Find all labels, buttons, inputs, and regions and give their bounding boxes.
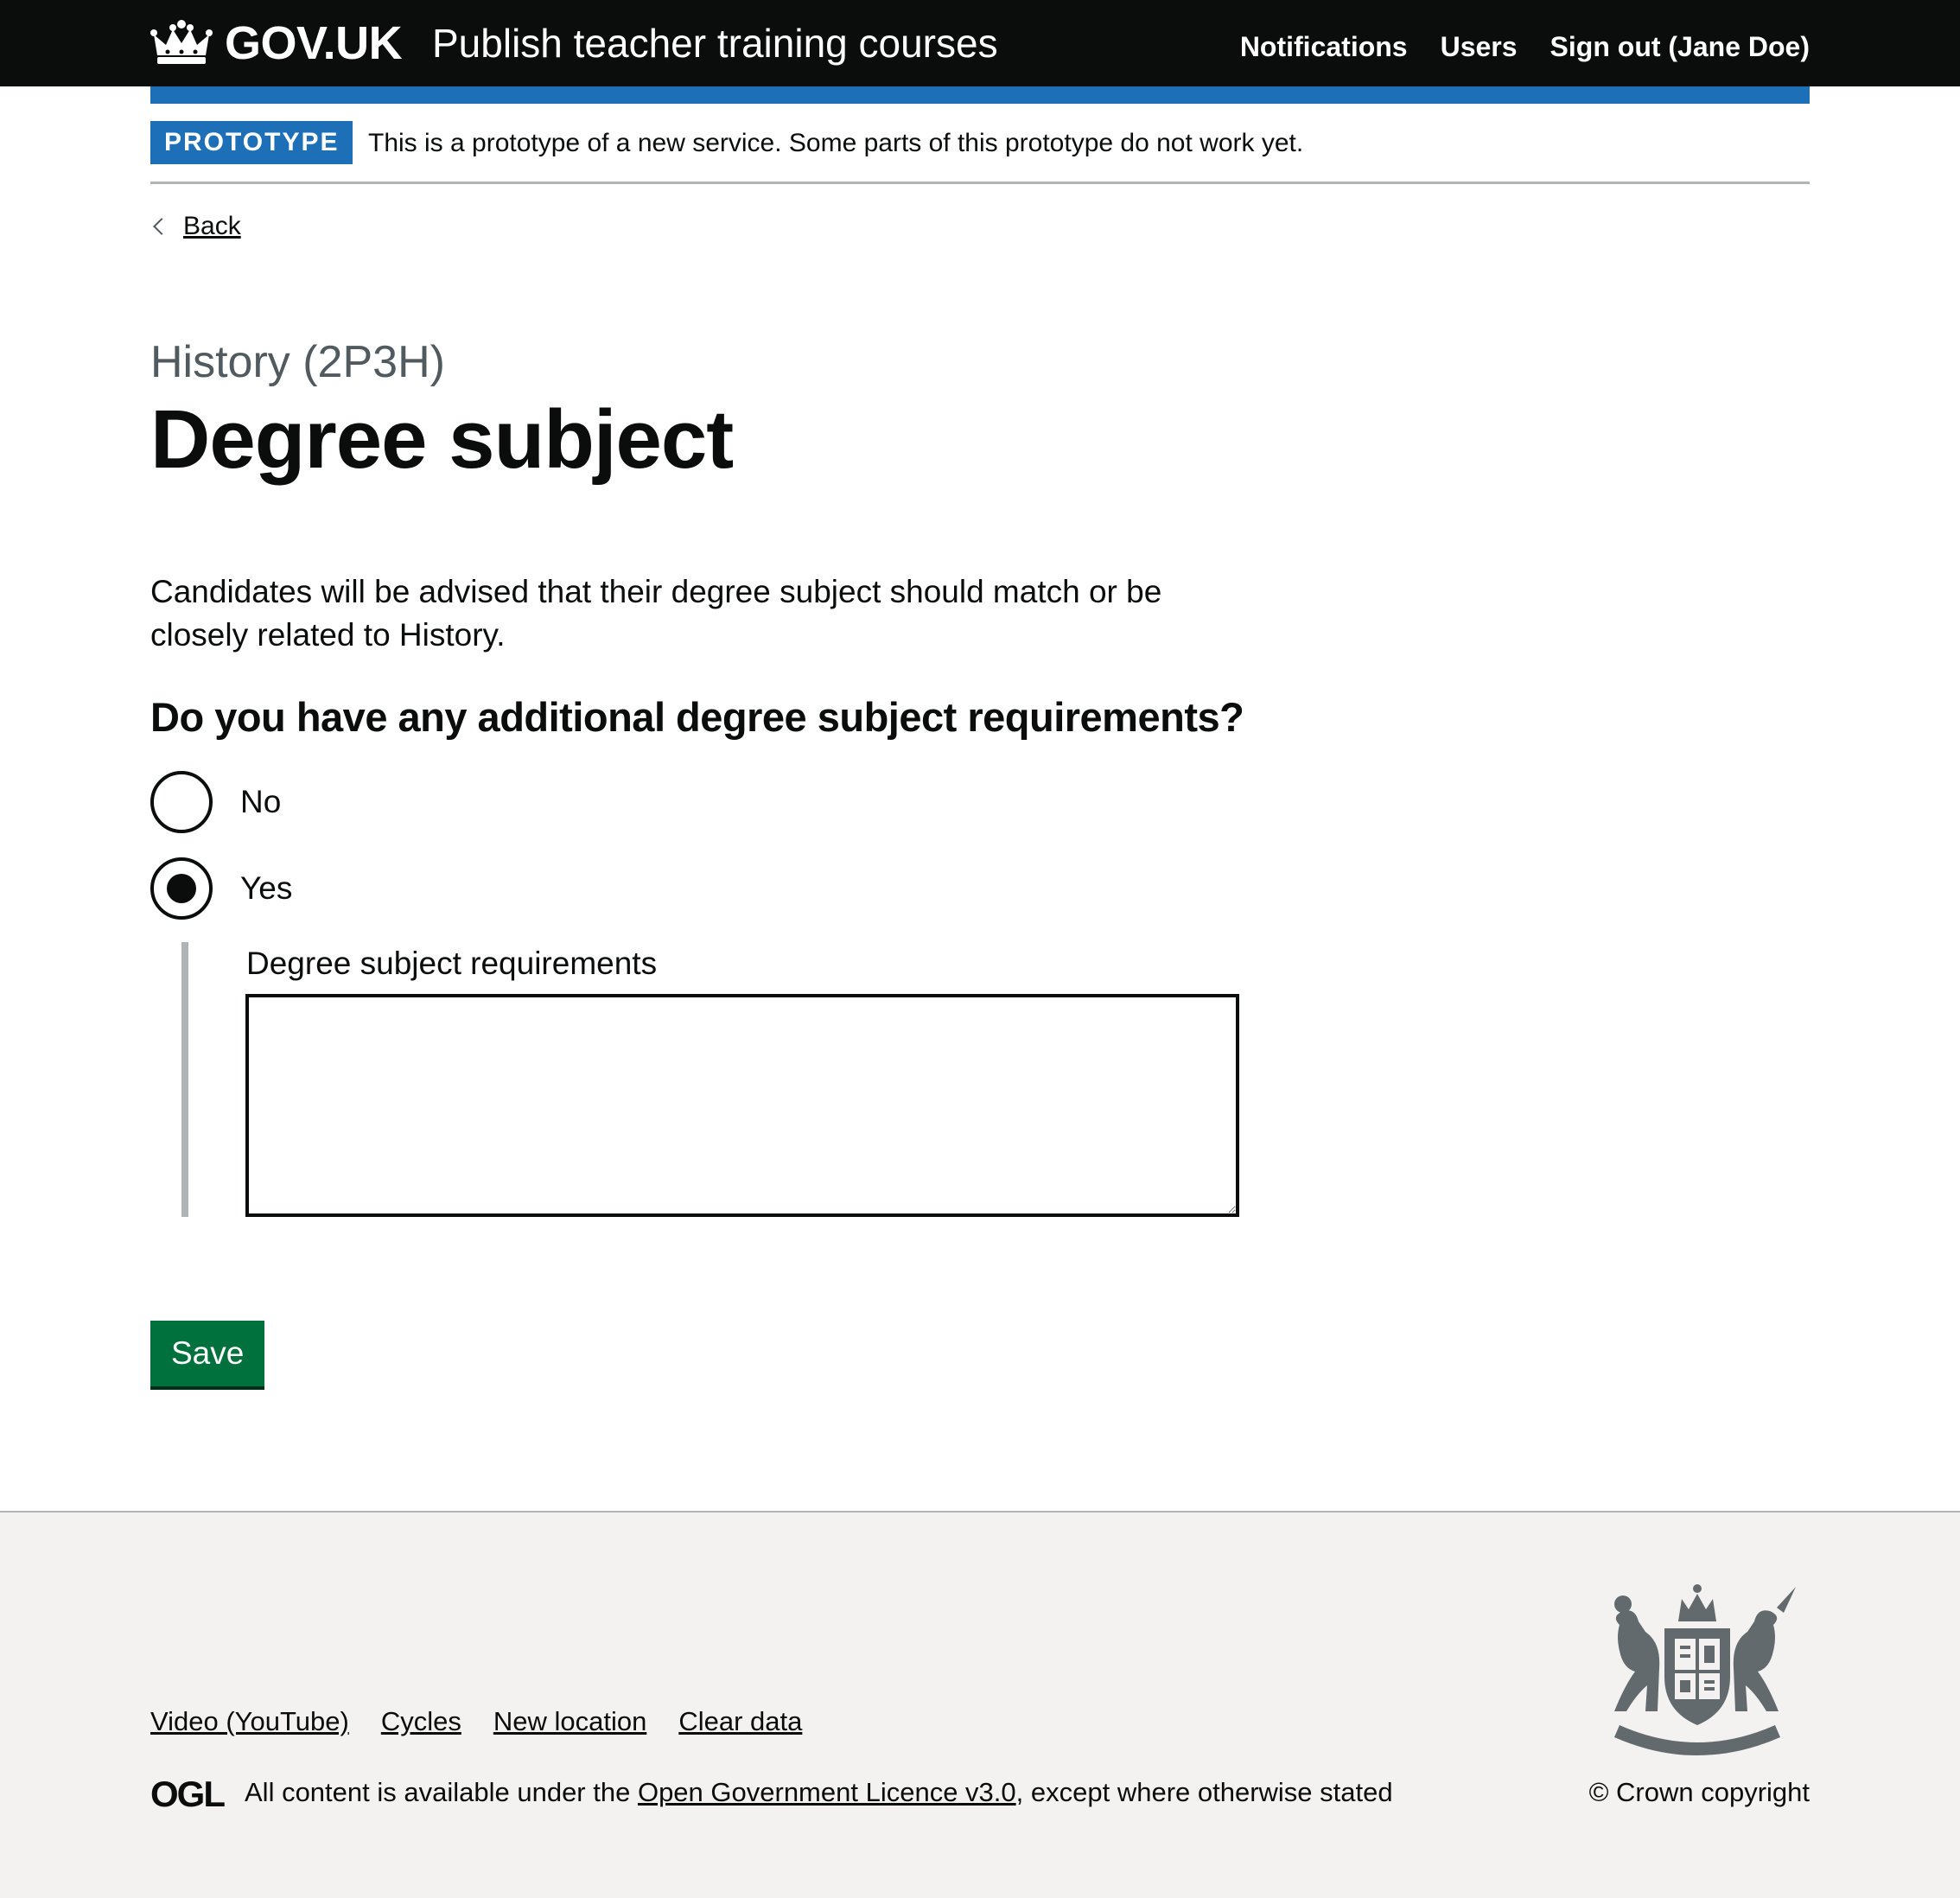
- govuk-logo-link[interactable]: GOV.UK: [150, 12, 403, 74]
- service-name-link[interactable]: Publish teacher training courses: [432, 19, 998, 67]
- page-title: Degree subject: [150, 393, 734, 486]
- phase-tag: PROTOTYPE: [150, 121, 353, 164]
- crown-icon: [150, 19, 213, 67]
- radio-yes-label[interactable]: Yes: [240, 870, 292, 907]
- degree-requirements-textarea[interactable]: [245, 994, 1239, 1217]
- footer-links: Video (YouTube) Cycles New location Clea…: [150, 1706, 802, 1737]
- back-link[interactable]: Back: [183, 209, 241, 244]
- licence-link[interactable]: Open Government Licence v3.0: [638, 1777, 1016, 1807]
- phase-banner: PROTOTYPE This is a prototype of a new s…: [150, 121, 1810, 184]
- footer-link-clear-data[interactable]: Clear data: [678, 1706, 802, 1737]
- degree-requirements-label: Degree subject requirements: [246, 946, 658, 981]
- chevron-left-icon: [153, 218, 170, 235]
- ogl-logo-icon: OGL: [150, 1774, 226, 1814]
- nav-notifications-link[interactable]: Notifications: [1240, 31, 1408, 63]
- radio-yes[interactable]: Yes: [150, 854, 582, 923]
- licence-text-after: , except where otherwise stated: [1015, 1777, 1393, 1807]
- radio-no-circle[interactable]: [150, 771, 213, 833]
- footer-link-new-location[interactable]: New location: [493, 1706, 646, 1737]
- licence-text: All content is available under the Open …: [245, 1774, 1393, 1812]
- footer-link-video[interactable]: Video (YouTube): [150, 1706, 349, 1737]
- body-text: Candidates will be advised that their de…: [150, 574, 1162, 653]
- radio-no-label[interactable]: No: [240, 784, 281, 820]
- nav-sign-out-link[interactable]: Sign out (Jane Doe): [1550, 31, 1810, 63]
- nav-users-link[interactable]: Users: [1441, 31, 1518, 63]
- save-button[interactable]: Save: [150, 1321, 265, 1386]
- question-legend: Do you have any additional degree subjec…: [150, 694, 1244, 740]
- radio-yes-circle[interactable]: [150, 857, 213, 920]
- radio-no[interactable]: No: [150, 767, 582, 837]
- back-link-container: Back: [150, 209, 241, 244]
- phase-banner-text: This is a prototype of a new service. So…: [368, 129, 1304, 157]
- crown-copyright: © Crown copyright: [1588, 1777, 1810, 1807]
- header-navigation: Notifications Users Sign out (Jane Doe): [1240, 31, 1810, 63]
- header-container: GOV.UK Publish teacher training courses …: [150, 0, 1810, 86]
- conditional-reveal-bar: [181, 942, 188, 1217]
- radio-selected-dot: [167, 874, 196, 903]
- footer-link-cycles[interactable]: Cycles: [381, 1706, 461, 1737]
- page-caption: History (2P3H): [150, 337, 445, 387]
- site-footer: Video (YouTube) Cycles New location Clea…: [0, 1511, 1960, 1898]
- site-header: GOV.UK Publish teacher training courses …: [0, 0, 1960, 86]
- logo-text: GOV.UK: [225, 17, 403, 69]
- header-blue-bar: [150, 86, 1810, 104]
- royal-coat-of-arms-icon: [1585, 1582, 1810, 1767]
- licence-text-before: All content is available under the: [245, 1777, 638, 1807]
